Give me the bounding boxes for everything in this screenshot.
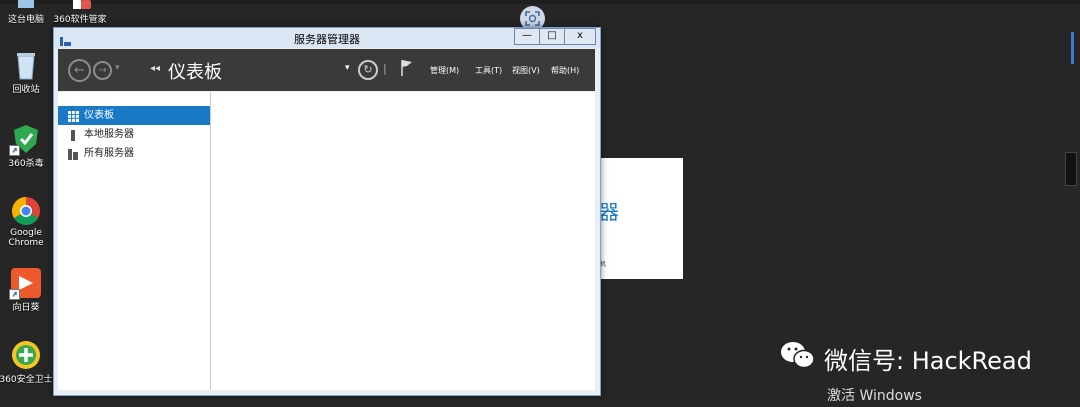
desktop-icon-label: 向日葵 [12, 303, 40, 313]
security-guard-icon [11, 340, 41, 370]
menu-manage[interactable]: 管理(M) [430, 65, 459, 76]
desktop-icon-label: Google Chrome [8, 228, 44, 248]
desktop-icon-chrome[interactable]: Google Chrome [0, 196, 56, 248]
sidebar-item-dashboard[interactable]: 仪表板 [58, 106, 210, 125]
background-window: 器 机 [599, 158, 683, 279]
title-bar[interactable]: 服务器管理器 — □ x [54, 28, 600, 48]
shield-icon: ↗ [9, 124, 41, 156]
maximize-button[interactable]: □ [539, 28, 565, 45]
software-manager-icon [65, 0, 95, 10]
desktop-icon-label: 360安全卫士 [0, 375, 53, 385]
desktop-icon-sunflower[interactable]: ↗ 向日葵 [0, 268, 56, 313]
desktop-icon-label: 360杀毒 [8, 159, 44, 169]
sidebar-item-local-server[interactable]: 本地服务器 [58, 125, 210, 144]
back-button[interactable]: ← [68, 59, 91, 82]
sidebar-item-label: 所有服务器 [84, 148, 134, 159]
computer-icon [11, 0, 41, 10]
dashboard-grid-icon [68, 110, 79, 122]
menu-help[interactable]: 帮助(H) [551, 65, 579, 76]
watermark-text: 微信号: HackRead [824, 346, 1032, 375]
server-icon [68, 129, 79, 141]
toolbar-separator: | [383, 62, 387, 75]
sidebar-item-all-servers[interactable]: 所有服务器 [58, 144, 210, 163]
background-window-heading: 器 [599, 200, 619, 224]
desktop-icon-label: 这台电脑 [7, 15, 44, 25]
desktop-icon-this-pc[interactable]: 这台电脑 [0, 0, 56, 25]
menu-view[interactable]: 视图(V) [512, 65, 540, 76]
menu-tools[interactable]: 工具(T) [475, 65, 502, 76]
desktop-icon-360-antivirus[interactable]: ↗ 360杀毒 [0, 124, 56, 169]
servers-icon [68, 148, 79, 160]
chrome-icon [11, 196, 41, 226]
refresh-dropdown-icon[interactable]: ▾ [345, 63, 350, 73]
shortcut-arrow-icon: ↗ [9, 145, 20, 156]
sidebar-item-label: 本地服务器 [84, 129, 134, 140]
shortcut-arrow-icon: ↗ [9, 289, 20, 300]
forward-button[interactable]: → [93, 61, 112, 80]
wechat-watermark: 微信号: HackRead [780, 340, 1032, 376]
minimize-button[interactable]: — [514, 28, 540, 45]
sidebar-item-label: 仪表板 [84, 110, 114, 121]
server-manager-window: 服务器管理器 — □ x ← → ▾ ◂◂ 仪表板 ▾ ↻ | 管理(M) 工具… [53, 27, 601, 396]
breadcrumb-arrows-icon: ◂◂ [150, 63, 161, 74]
sunflower-icon: ↗ [9, 268, 41, 300]
wechat-icon [780, 340, 816, 376]
top-strip [0, 0, 1080, 4]
refresh-button[interactable]: ↻ [358, 60, 378, 80]
recycle-bin-icon [11, 50, 41, 80]
side-panel-handle[interactable] [1065, 152, 1077, 186]
notifications-flag-icon[interactable] [400, 59, 414, 81]
desktop-icon-recycle-bin[interactable]: 回收站 [0, 50, 56, 95]
desktop-icon-label: 回收站 [12, 85, 40, 95]
scrollbar-thumb[interactable] [1071, 32, 1074, 64]
window-controls: — □ x [514, 28, 596, 45]
breadcrumb-title: 仪表板 [168, 62, 222, 83]
history-dropdown-icon[interactable]: ▾ [115, 63, 120, 73]
main-content [211, 92, 595, 390]
close-button[interactable]: x [564, 28, 596, 45]
activate-windows-text: 激活 Windows [827, 388, 922, 404]
sidebar: 仪表板 本地服务器 所有服务器 [58, 92, 211, 390]
toolbar: ← → ▾ ◂◂ 仪表板 ▾ ↻ | 管理(M) 工具(T) 视图(V) 帮助(… [58, 49, 595, 91]
desktop-icon-360-security[interactable]: 360安全卫士 [0, 340, 56, 385]
desktop-icon-label: 360软件管家 [53, 15, 107, 25]
desktop-icon-360-software[interactable]: 360软件管家 [50, 0, 110, 25]
